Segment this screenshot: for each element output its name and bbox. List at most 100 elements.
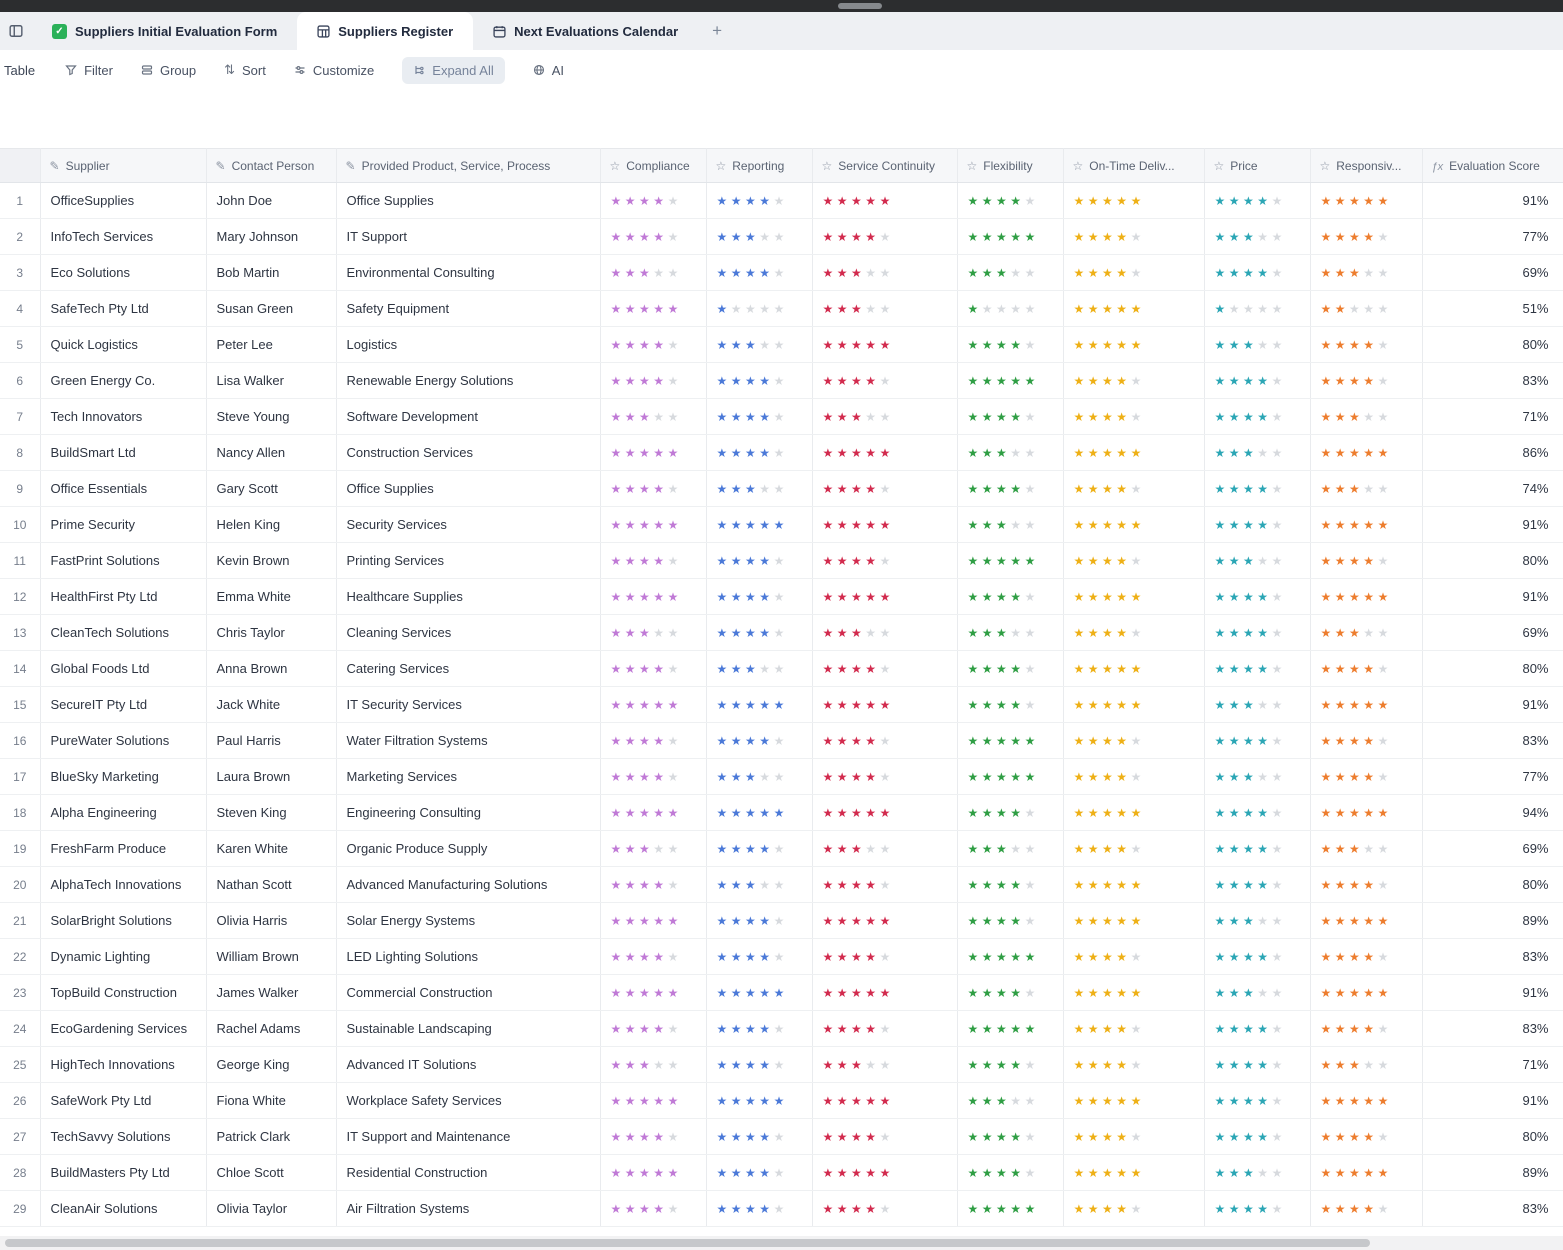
cell-flexibility[interactable]: ★★★★★ [957, 615, 1063, 651]
sort-button[interactable]: ⇅ Sort [224, 62, 266, 78]
customize-button[interactable]: Customize [294, 63, 374, 78]
cell-reporting[interactable]: ★★★★★ [706, 219, 812, 255]
cell-price[interactable]: ★★★★★ [1204, 867, 1310, 903]
row-number[interactable]: 19 [0, 831, 40, 867]
cell-on_time_delivery[interactable]: ★★★★★ [1063, 1083, 1204, 1119]
cell-on_time_delivery[interactable]: ★★★★★ [1063, 291, 1204, 327]
cell-price[interactable]: ★★★★★ [1204, 219, 1310, 255]
cell-flexibility[interactable]: ★★★★★ [957, 651, 1063, 687]
cell-compliance[interactable]: ★★★★★ [600, 1047, 706, 1083]
cell-supplier[interactable]: HealthFirst Pty Ltd [40, 579, 206, 615]
cell-service_continuity[interactable]: ★★★★★ [812, 1011, 957, 1047]
cell-supplier[interactable]: SecureIT Pty Ltd [40, 687, 206, 723]
group-button[interactable]: Group [141, 63, 196, 78]
cell-on_time_delivery[interactable]: ★★★★★ [1063, 831, 1204, 867]
cell-on_time_delivery[interactable]: ★★★★★ [1063, 579, 1204, 615]
cell-compliance[interactable]: ★★★★★ [600, 903, 706, 939]
row-number[interactable]: 7 [0, 399, 40, 435]
cell-product[interactable]: Engineering Consulting [336, 795, 600, 831]
cell-on_time_delivery[interactable]: ★★★★★ [1063, 1191, 1204, 1227]
cell-responsiveness[interactable]: ★★★★★ [1310, 831, 1422, 867]
cell-service_continuity[interactable]: ★★★★★ [812, 1047, 957, 1083]
cell-reporting[interactable]: ★★★★★ [706, 1011, 812, 1047]
column-header-service_continuity[interactable]: ☆Service Continuity [812, 149, 957, 183]
tab-suppliers-register[interactable]: Suppliers Register [297, 12, 473, 50]
cell-reporting[interactable]: ★★★★★ [706, 903, 812, 939]
cell-supplier[interactable]: TopBuild Construction [40, 975, 206, 1011]
cell-product[interactable]: Office Supplies [336, 183, 600, 219]
cell-supplier[interactable]: Global Foods Ltd [40, 651, 206, 687]
row-number[interactable]: 11 [0, 543, 40, 579]
cell-flexibility[interactable]: ★★★★★ [957, 1119, 1063, 1155]
cell-product[interactable]: Software Development [336, 399, 600, 435]
cell-on_time_delivery[interactable]: ★★★★★ [1063, 867, 1204, 903]
cell-flexibility[interactable]: ★★★★★ [957, 291, 1063, 327]
tab-next-evaluations-calendar[interactable]: Next Evaluations Calendar [473, 12, 698, 50]
cell-price[interactable]: ★★★★★ [1204, 1191, 1310, 1227]
cell-contact-person[interactable]: Olivia Taylor [206, 1191, 336, 1227]
cell-service_continuity[interactable]: ★★★★★ [812, 1191, 957, 1227]
cell-flexibility[interactable]: ★★★★★ [957, 507, 1063, 543]
cell-compliance[interactable]: ★★★★★ [600, 1119, 706, 1155]
cell-compliance[interactable]: ★★★★★ [600, 435, 706, 471]
cell-product[interactable]: Water Filtration Systems [336, 723, 600, 759]
cell-supplier[interactable]: PureWater Solutions [40, 723, 206, 759]
cell-product[interactable]: Sustainable Landscaping [336, 1011, 600, 1047]
cell-price[interactable]: ★★★★★ [1204, 327, 1310, 363]
cell-responsiveness[interactable]: ★★★★★ [1310, 687, 1422, 723]
cell-price[interactable]: ★★★★★ [1204, 903, 1310, 939]
cell-price[interactable]: ★★★★★ [1204, 759, 1310, 795]
cell-service_continuity[interactable]: ★★★★★ [812, 651, 957, 687]
cell-on_time_delivery[interactable]: ★★★★★ [1063, 759, 1204, 795]
cell-compliance[interactable]: ★★★★★ [600, 507, 706, 543]
cell-contact-person[interactable]: Peter Lee [206, 327, 336, 363]
cell-price[interactable]: ★★★★★ [1204, 1047, 1310, 1083]
cell-flexibility[interactable]: ★★★★★ [957, 1155, 1063, 1191]
cell-on_time_delivery[interactable]: ★★★★★ [1063, 255, 1204, 291]
cell-service_continuity[interactable]: ★★★★★ [812, 219, 957, 255]
cell-contact-person[interactable]: Chloe Scott [206, 1155, 336, 1191]
cell-compliance[interactable]: ★★★★★ [600, 939, 706, 975]
cell-supplier[interactable]: BuildSmart Ltd [40, 435, 206, 471]
cell-supplier[interactable]: Green Energy Co. [40, 363, 206, 399]
cell-reporting[interactable]: ★★★★★ [706, 1047, 812, 1083]
cell-flexibility[interactable]: ★★★★★ [957, 471, 1063, 507]
cell-compliance[interactable]: ★★★★★ [600, 759, 706, 795]
cell-compliance[interactable]: ★★★★★ [600, 183, 706, 219]
cell-flexibility[interactable]: ★★★★★ [957, 759, 1063, 795]
cell-contact-person[interactable]: Helen King [206, 507, 336, 543]
cell-responsiveness[interactable]: ★★★★★ [1310, 219, 1422, 255]
cell-service_continuity[interactable]: ★★★★★ [812, 183, 957, 219]
column-header-responsiveness[interactable]: ☆Responsiv... [1310, 149, 1422, 183]
cell-reporting[interactable]: ★★★★★ [706, 795, 812, 831]
cell-supplier[interactable]: BlueSky Marketing [40, 759, 206, 795]
cell-supplier[interactable]: EcoGardening Services [40, 1011, 206, 1047]
cell-contact-person[interactable]: Patrick Clark [206, 1119, 336, 1155]
cell-supplier[interactable]: Dynamic Lighting [40, 939, 206, 975]
cell-flexibility[interactable]: ★★★★★ [957, 543, 1063, 579]
cell-responsiveness[interactable]: ★★★★★ [1310, 399, 1422, 435]
cell-price[interactable]: ★★★★★ [1204, 1155, 1310, 1191]
row-number[interactable]: 4 [0, 291, 40, 327]
cell-responsiveness[interactable]: ★★★★★ [1310, 1011, 1422, 1047]
row-number[interactable]: 5 [0, 327, 40, 363]
column-header-on_time_delivery[interactable]: ☆On-Time Deliv... [1063, 149, 1204, 183]
cell-price[interactable]: ★★★★★ [1204, 651, 1310, 687]
cell-product[interactable]: Marketing Services [336, 759, 600, 795]
ai-button[interactable]: AI [533, 63, 564, 78]
cell-flexibility[interactable]: ★★★★★ [957, 1083, 1063, 1119]
cell-compliance[interactable]: ★★★★★ [600, 219, 706, 255]
tab-suppliers-initial-evaluation-form[interactable]: ✓ Suppliers Initial Evaluation Form [32, 12, 297, 50]
row-number[interactable]: 21 [0, 903, 40, 939]
cell-reporting[interactable]: ★★★★★ [706, 255, 812, 291]
row-number[interactable]: 23 [0, 975, 40, 1011]
cell-on_time_delivery[interactable]: ★★★★★ [1063, 687, 1204, 723]
cell-on_time_delivery[interactable]: ★★★★★ [1063, 1011, 1204, 1047]
cell-reporting[interactable]: ★★★★★ [706, 471, 812, 507]
cell-on_time_delivery[interactable]: ★★★★★ [1063, 615, 1204, 651]
column-header-flexibility[interactable]: ☆Flexibility [957, 149, 1063, 183]
cell-supplier[interactable]: FastPrint Solutions [40, 543, 206, 579]
cell-responsiveness[interactable]: ★★★★★ [1310, 1119, 1422, 1155]
cell-reporting[interactable]: ★★★★★ [706, 1119, 812, 1155]
cell-product[interactable]: Renewable Energy Solutions [336, 363, 600, 399]
